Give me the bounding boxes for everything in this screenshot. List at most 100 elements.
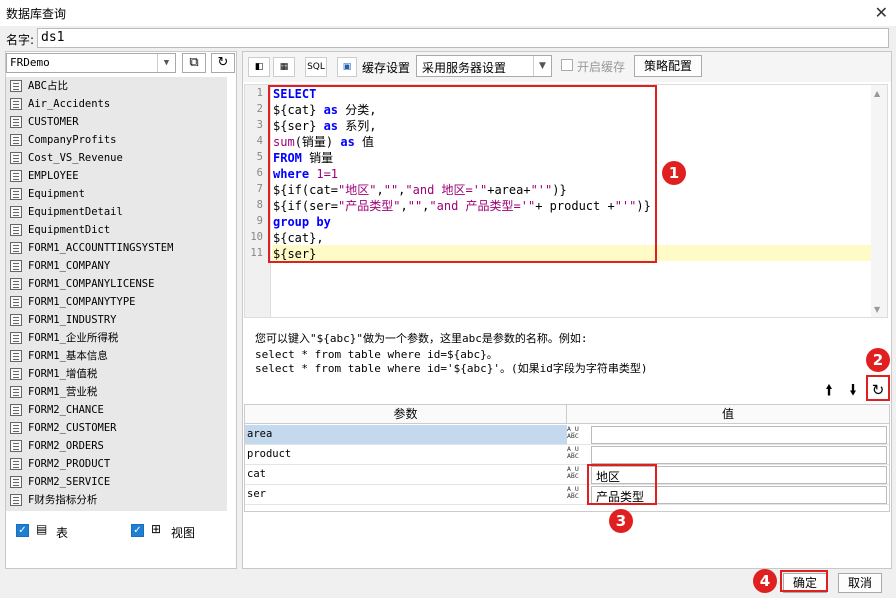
preview-icon: ◧: [254, 62, 264, 72]
param-value-input[interactable]: 地区: [591, 466, 887, 484]
table-list-item[interactable]: FORM2_ORDERS: [6, 437, 227, 455]
cancel-button[interactable]: 取消: [838, 573, 882, 593]
type-abc-icon[interactable]: A̲U ABC: [567, 486, 589, 504]
table-icon: [10, 404, 22, 416]
table-list-item[interactable]: FORM1_ACCOUNTTINGSYSTEM: [6, 239, 227, 257]
database-select[interactable]: FRDemo ▼: [6, 53, 176, 73]
table-list-item[interactable]: FORM1_COMPANY: [6, 257, 227, 275]
table-list-item[interactable]: Cost_VS_Revenue: [6, 149, 227, 167]
table-list-item[interactable]: EMPLOYEE: [6, 167, 227, 185]
line-number: 2: [256, 103, 263, 115]
code-token: group by: [273, 215, 331, 229]
line-number-gutter: 1 2 3 4 5 6 7 8 9 10 11: [245, 85, 271, 317]
table-list-item[interactable]: FORM1_企业所得税: [6, 329, 227, 347]
move-up-icon[interactable]: 🠙: [819, 380, 839, 400]
param-row[interactable]: ser A̲U ABC 产品类型: [245, 485, 889, 505]
param-name: ser: [247, 488, 266, 500]
ok-button[interactable]: 确定: [783, 573, 827, 593]
refresh-icon: ↻: [217, 55, 229, 70]
refresh-tables-button[interactable]: ↻: [211, 53, 235, 73]
param-row[interactable]: cat A̲U ABC 地区: [245, 465, 889, 485]
cache-settings-select[interactable]: 采用服务器设置 ▼: [416, 55, 552, 77]
table-icon: [10, 170, 22, 182]
table-list-item[interactable]: FORM1_COMPANYTYPE: [6, 293, 227, 311]
table-list-item[interactable]: EquipmentDict: [6, 221, 227, 239]
table-list-item[interactable]: FORM1_COMPANYLICENSE: [6, 275, 227, 293]
param-row[interactable]: product A̲U ABC: [245, 445, 889, 465]
line-number: 4: [256, 135, 263, 147]
table-list-item[interactable]: EquipmentDetail: [6, 203, 227, 221]
table-type-icon: ▤: [36, 522, 48, 536]
code-line: ${ser} as 系列,: [273, 118, 376, 134]
annotation-badge-3: 3: [609, 509, 633, 533]
chevron-down-icon: ▼: [533, 56, 551, 76]
view-checkbox[interactable]: ✓: [131, 524, 144, 537]
table-list-item[interactable]: CUSTOMER: [6, 113, 227, 131]
preview-button[interactable]: ◧: [248, 57, 270, 77]
save-cache-button[interactable]: ▣: [337, 57, 357, 77]
table-list-item[interactable]: FORM2_SERVICE: [6, 473, 227, 491]
code-token: ${ser}: [273, 247, 317, 261]
table-list-item[interactable]: FORM2_CUSTOMER: [6, 419, 227, 437]
table-list-item[interactable]: FORM1_增值税: [6, 365, 227, 383]
code-token: ${if(cat=: [273, 183, 339, 197]
close-icon[interactable]: ✕: [875, 3, 888, 22]
code-line: ${if(cat="地区","","and 地区='"+area+"'")}: [273, 182, 567, 198]
sql-button[interactable]: SQL: [305, 57, 327, 77]
name-input[interactable]: ds1: [37, 28, 889, 48]
param-value-input[interactable]: [591, 426, 887, 444]
table-list-item[interactable]: FORM1_INDUSTRY: [6, 311, 227, 329]
table-list[interactable]: ABC占比 Air_Accidents CUSTOMER CompanyProfits…: [6, 77, 227, 511]
table-item-label: FORM1_INDUSTRY: [28, 314, 117, 326]
scroll-up-icon[interactable]: ▲: [874, 89, 880, 98]
parameter-table: 参数 值 area A̲U ABC product A̲U ABC cat A̲U ABC…: [244, 404, 890, 512]
code-line: where 1=1: [273, 166, 338, 182]
enable-cache-label: 开启缓存: [577, 60, 626, 74]
table-list-item[interactable]: FORM2_CHANCE: [6, 401, 227, 419]
code-token: as: [340, 135, 355, 149]
param-name-header: 参数: [245, 405, 567, 424]
enable-cache-checkbox[interactable]: [561, 59, 573, 71]
table-list-item[interactable]: F财务指标分析: [6, 491, 227, 509]
code-token: ,: [400, 199, 408, 213]
code-token: 值: [354, 135, 375, 149]
code-token: "": [383, 183, 399, 197]
table-item-label: Air_Accidents: [28, 98, 111, 110]
window-title: 数据库查询: [6, 7, 67, 21]
line-number: 6: [256, 167, 263, 179]
pdf-button[interactable]: ▦: [273, 57, 295, 77]
scroll-down-icon[interactable]: ▼: [874, 305, 880, 314]
param-value-input[interactable]: 产品类型: [591, 486, 887, 504]
param-value-input[interactable]: [591, 446, 887, 464]
table-list-item[interactable]: FORM1_营业税: [6, 383, 227, 401]
table-list-item[interactable]: Air_Accidents: [6, 95, 227, 113]
sql-editor[interactable]: 1 2 3 4 5 6 7 8 9 10 11 ▲ ▼ SELECT ${cat} as 分类, ${s…: [244, 84, 888, 318]
code-token: 分类,: [338, 103, 377, 117]
table-checkbox[interactable]: ✓: [16, 524, 29, 537]
code-token: +area+: [487, 183, 531, 197]
table-list-item[interactable]: CompanyProfits: [6, 131, 227, 149]
table-icon: [10, 332, 22, 344]
type-abc-icon[interactable]: A̲U ABC: [567, 466, 589, 484]
line-number: 10: [250, 231, 263, 243]
code-token: as: [323, 103, 339, 117]
database-select-value: FRDemo: [10, 56, 50, 69]
sql-icon: SQL: [307, 62, 325, 72]
current-line-highlight: [272, 245, 872, 261]
preview-table-button[interactable]: ⧉: [182, 53, 206, 73]
refresh-params-icon[interactable]: ↻: [868, 380, 888, 400]
code-line: ${ser}: [273, 246, 316, 262]
name-label: 名字:: [6, 33, 35, 47]
table-list-item[interactable]: ABC占比: [6, 77, 227, 95]
table-list-item[interactable]: Equipment: [6, 185, 227, 203]
move-down-icon[interactable]: 🠛: [843, 380, 863, 400]
code-token: 系列,: [338, 119, 377, 133]
table-list-item[interactable]: FORM1_基本信息: [6, 347, 227, 365]
policy-config-button[interactable]: 策略配置: [634, 55, 702, 77]
type-abc-icon[interactable]: A̲U ABC: [567, 426, 589, 444]
type-abc-icon[interactable]: A̲U ABC: [567, 446, 589, 464]
table-list-item[interactable]: FORM2_PRODUCT: [6, 455, 227, 473]
editor-scrollbar[interactable]: ▲ ▼: [871, 85, 887, 317]
param-value-header: 值: [567, 405, 889, 424]
param-row[interactable]: area A̲U ABC: [245, 425, 889, 445]
